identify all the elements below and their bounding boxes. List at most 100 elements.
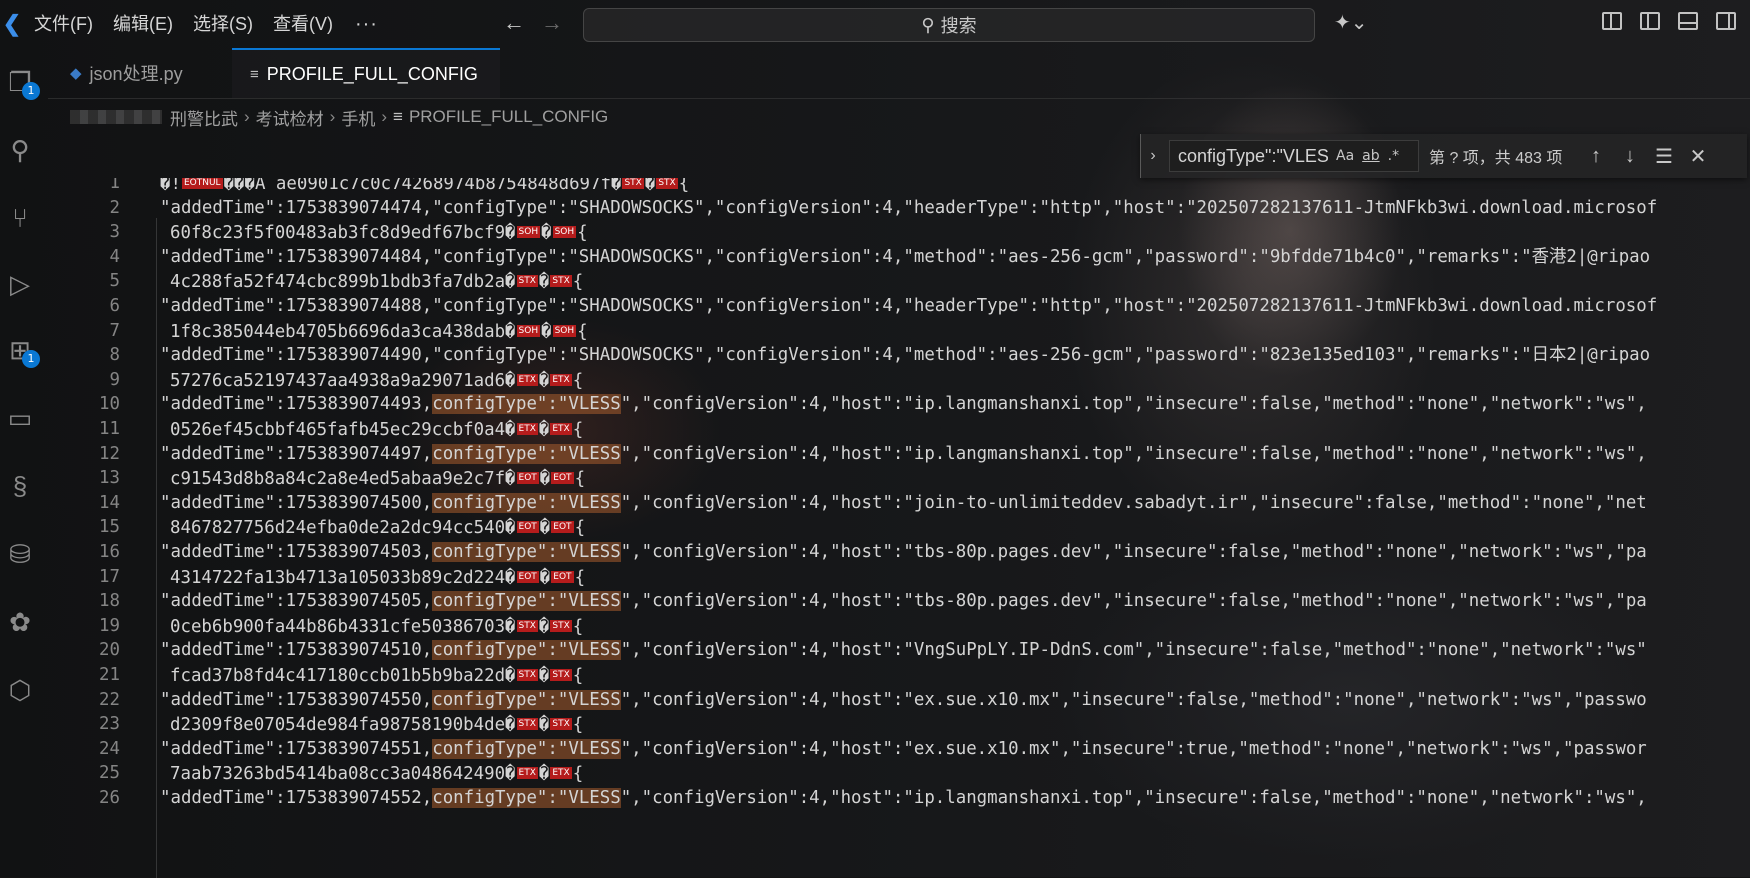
container-icon[interactable]: ⬡ — [0, 668, 40, 712]
close-icon[interactable]: ✕ — [1681, 144, 1715, 169]
code-text: ","configVersion":4,"host":"tbs-80p.page… — [620, 591, 1647, 612]
line-content: "addedTime":1753839074552,configType":"V… — [160, 785, 1647, 813]
breadcrumb-item[interactable]: PROFILE_FULL_CONFIG — [409, 107, 608, 127]
code-line[interactable]: 25 7aab73263bd5414ba08cc3a048642490� ETX � E… — [48, 760, 1750, 788]
code-text: { — [572, 714, 584, 735]
forward-arrow-icon[interactable]: → — [538, 10, 566, 36]
explorer-icon[interactable]: ❐ 1 — [0, 60, 40, 104]
menu-edit[interactable]: 编辑(E) — [103, 0, 183, 48]
code-line[interactable]: 18 "addedTime":1753839074505,configType":… — [48, 588, 1750, 616]
code-line[interactable]: 7 1f8c385044eb4705b6696da3ca438dab� SOH � SO… — [48, 318, 1750, 346]
code-text: � — [541, 222, 552, 243]
code-text: 7aab73263bd5414ba08cc3a048642490� — [170, 764, 516, 785]
line-number: 15 — [99, 517, 120, 538]
code-text: "addedTime":1753839074500, — [160, 492, 433, 513]
code-line[interactable]: 5 4c288fa52f474cbc899b1bdb3fa7db2a� STX � ST… — [48, 268, 1750, 296]
code-text: "addedTime":1753839074551, — [160, 738, 433, 759]
code-line[interactable]: 23 d2309f8e07054de984fa98758190b4de� STX � S… — [48, 711, 1750, 739]
control-char-badge: STX — [516, 275, 538, 288]
breadcrumb-item[interactable]: 刑警比武 — [170, 105, 238, 130]
code-line[interactable]: 2 "addedTime":1753839074474,"configType":… — [48, 195, 1750, 223]
code-line[interactable]: 16 "addedTime":1753839074503,configType":… — [48, 539, 1750, 567]
line-content: "addedTime":1753839074510,configType":"V… — [160, 637, 1647, 665]
code-line[interactable]: 24 "addedTime":1753839074551,configType":… — [48, 736, 1750, 764]
code-text: � — [539, 567, 551, 588]
tab-profile-full-config[interactable]: ≡ PROFILE_FULL_CONFIG — [232, 48, 500, 98]
remote-explorer-icon[interactable]: ▭ — [0, 396, 40, 440]
code-line[interactable]: 22 "addedTime":1753839074550,configType":… — [48, 687, 1750, 715]
python-icon[interactable]: § — [0, 464, 40, 508]
regex-toggle[interactable]: .* — [1388, 148, 1399, 164]
code-line[interactable]: 20 "addedTime":1753839074510,configType":… — [48, 637, 1750, 665]
code-text: d2309f8e07054de984fa98758190b4de� — [170, 714, 516, 735]
control-char-badge: EOT — [551, 472, 574, 485]
code-text: { — [572, 665, 584, 686]
toggle-secondary-sidebar-icon[interactable] — [1716, 12, 1736, 30]
menu-view[interactable]: 查看(V) — [263, 0, 343, 48]
breadcrumb-item[interactable]: 考试检材 — [256, 105, 324, 130]
code-line[interactable]: 6 "addedTime":1753839074488,"configType":… — [48, 293, 1750, 321]
code-line[interactable]: 3 60f8c23f5f00483ab3fc8d9edf67bcf9� SOH � SO… — [48, 219, 1750, 247]
search-icon[interactable]: ⚲ — [0, 128, 40, 172]
code-line[interactable]: 8 "addedTime":1753839074490,"configType":… — [48, 342, 1750, 370]
code-text: � — [539, 468, 551, 489]
toggle-primary-sidebar-icon[interactable] — [1640, 12, 1660, 30]
next-match-arrow-down-icon[interactable]: ↓ — [1613, 145, 1647, 168]
code-line[interactable]: 11 0526ef45cbbf465fafb45ec29ccbf0a4� ETX � E… — [48, 416, 1750, 444]
code-line[interactable]: 15 8467827756d24efba0de2a2dc94cc540� EOT � E… — [48, 514, 1750, 542]
more-menus-icon[interactable]: ··· — [343, 13, 390, 36]
code-text: 60f8c23f5f00483ab3fc8d9edf67bcf9� — [170, 222, 516, 243]
search-match-highlight: configType":"VLESS — [432, 492, 621, 513]
find-in-selection-icon[interactable]: ☰ — [1647, 144, 1681, 169]
find-input[interactable]: configType":"VLES Aa ab .* — [1169, 140, 1419, 172]
code-text: ","configVersion":4,"host":"ip.langmansh… — [620, 788, 1647, 808]
code-text: { — [572, 764, 584, 785]
code-line[interactable]: 14 "addedTime":1753839074500,configType":… — [48, 490, 1750, 518]
source-control-icon[interactable]: ⑂ — [0, 196, 40, 240]
customize-layout-icon[interactable] — [1602, 12, 1622, 30]
chatgpt-icon[interactable]: ✿ — [0, 600, 40, 644]
code-line[interactable]: 4 "addedTime":1753839074484,"configType":… — [48, 244, 1750, 272]
line-content: "addedTime":1753839074550,configType":"V… — [160, 687, 1647, 715]
menu-selection[interactable]: 选择(S) — [183, 0, 263, 48]
whole-word-toggle[interactable]: ab — [1362, 148, 1379, 164]
tab-json-py[interactable]: ◆ json处理.py — [52, 48, 224, 98]
database-icon[interactable]: ⛁ — [0, 532, 40, 576]
code-text: 1f8c385044eb4705b6696da3ca438dab� — [170, 321, 516, 342]
copilot-icon[interactable]: ✦⌄ — [1334, 10, 1368, 35]
find-query[interactable]: configType":"VLES — [1178, 146, 1328, 167]
extensions-icon[interactable]: ⊞ 1 — [0, 328, 40, 372]
line-number: 8 — [109, 345, 120, 366]
previous-match-arrow-up-icon[interactable]: ↑ — [1579, 145, 1613, 168]
toggle-panel-icon[interactable] — [1678, 12, 1698, 30]
toggle-replace-chevron-icon[interactable]: › — [1141, 147, 1165, 165]
match-case-toggle[interactable]: Aa — [1336, 148, 1354, 164]
code-line[interactable]: 12 "addedTime":1753839074497,configType":… — [48, 441, 1750, 469]
code-line[interactable]: 13 c91543d8b8a84c2a8e4ed5abaa9e2c7f� EOT � E… — [48, 465, 1750, 493]
menu-file[interactable]: 文件(F) — [24, 0, 103, 48]
control-char-badge: STX — [550, 619, 572, 632]
redacted-path — [70, 110, 162, 124]
code-line[interactable]: 9 57276ca52197437aa4938a9a29071ad6� ETX � ET… — [48, 367, 1750, 395]
command-center-search[interactable]: ⚲ 搜索 — [583, 8, 1315, 42]
code-line[interactable]: 19 0ceb6b900fa44b86b4331cfe50386703� STX � S… — [48, 613, 1750, 641]
code-editor[interactable]: 1 �! EOTNUL ���A ae0901c7c0c74268974b875484… — [48, 178, 1750, 877]
back-arrow-icon[interactable]: ← — [500, 10, 528, 36]
control-char-badge: ETX — [550, 767, 572, 780]
match-count: 第 ? 项，共 483 项 — [1429, 150, 1563, 167]
find-widget: › configType":"VLES Aa ab .* 第 ? 项，共 483… — [1140, 134, 1747, 178]
code-line[interactable]: 10 "addedTime":1753839074493,configType":… — [48, 391, 1750, 419]
code-line[interactable]: 26 "addedTime":1753839074552,configType":… — [48, 785, 1750, 813]
run-debug-icon[interactable]: ▷ — [0, 262, 40, 306]
code-line[interactable]: 17 4314722fa13b4713a105033b89c2d224� EOT � E… — [48, 564, 1750, 592]
code-text: � — [538, 714, 550, 735]
breadcrumb-item[interactable]: 手机 — [341, 105, 375, 130]
line-content: "addedTime":1753839074505,configType":"V… — [160, 588, 1647, 616]
code-line[interactable]: 21 fcad37b8fd4c417180ccb01b5b9ba22d� STX � S… — [48, 662, 1750, 690]
code-text: "addedTime":1753839074497, — [160, 443, 433, 464]
search-match-highlight: configType":"VLESS — [432, 542, 621, 562]
search-match-highlight: configType":"VLESS — [432, 591, 621, 612]
code-text: � — [539, 518, 551, 539]
code-text: ���A ae0901c7c0c74268974b8754848d697f� — [223, 178, 622, 194]
code-text: �! — [160, 178, 181, 194]
